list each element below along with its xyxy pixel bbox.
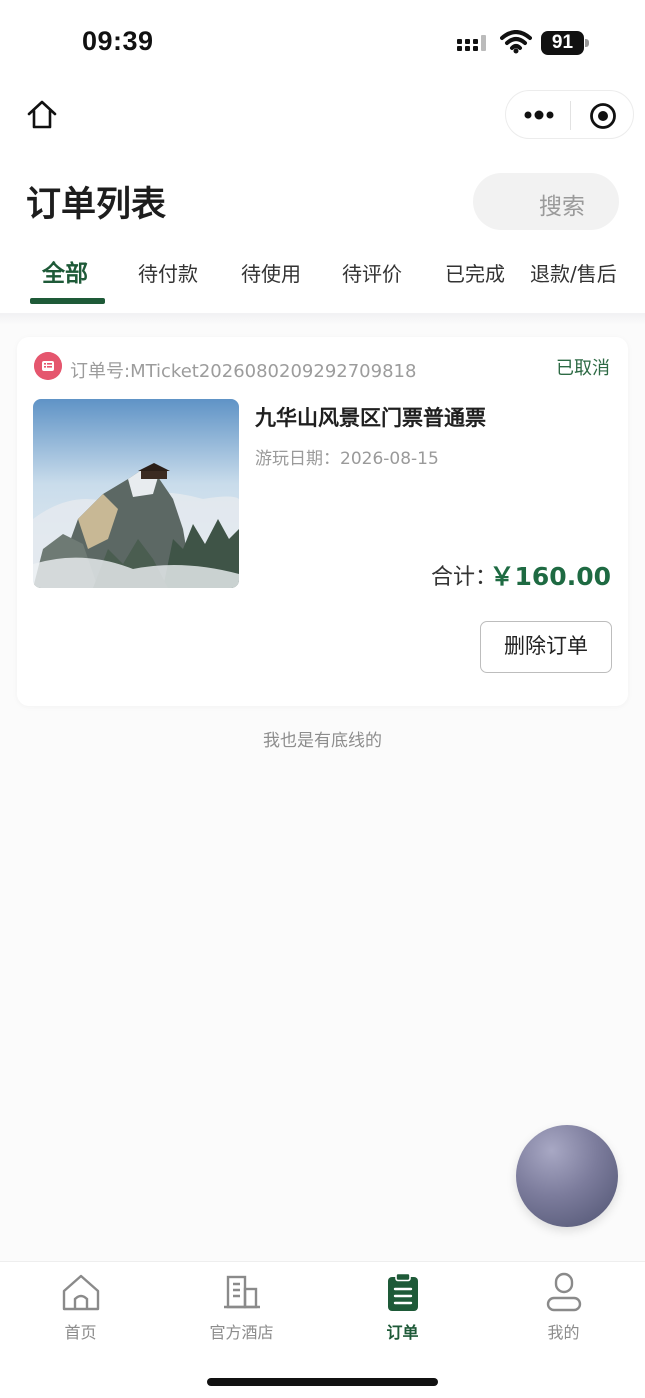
- capsule-divider: [570, 101, 571, 130]
- floating-action-ball[interactable]: [516, 1125, 618, 1227]
- tab-refund[interactable]: 退款/售后: [530, 258, 617, 287]
- home-indicator: [207, 1378, 438, 1386]
- tabbar-item-home[interactable]: 首页: [0, 1262, 161, 1352]
- total-label: 合计：: [431, 565, 498, 590]
- tabbar-label-home: 首页: [64, 1323, 97, 1342]
- search-label: 搜索: [539, 194, 585, 220]
- order-list-icon: [34, 352, 62, 380]
- delete-order-button[interactable]: 删除订单: [480, 621, 612, 673]
- order-card[interactable]: 订单号:MTicket2026080209292709818 已取消 九华山风景…: [17, 337, 628, 706]
- search-button[interactable]: 搜索: [473, 173, 619, 230]
- page-title: 订单列表: [26, 185, 167, 225]
- tabbar-label-mine: 我的: [547, 1323, 580, 1342]
- mini-program-capsule: [505, 90, 634, 139]
- product-name: 九华山风景区门票普通票: [255, 406, 486, 430]
- home-icon: [62, 1274, 99, 1311]
- tabbar-item-hotel[interactable]: 官方酒店: [161, 1262, 322, 1352]
- tab-pending-payment[interactable]: 待付款: [138, 258, 198, 287]
- battery-icon: 91: [541, 31, 589, 55]
- home-nav-icon[interactable]: [24, 96, 60, 132]
- wifi-icon: [500, 30, 532, 54]
- tabbar-label-hotel: 官方酒店: [209, 1323, 274, 1342]
- tab-completed[interactable]: 已完成: [445, 258, 505, 287]
- order-number: 订单号:MTicket2026080209292709818: [70, 361, 417, 382]
- active-tab-indicator: [30, 298, 105, 304]
- total-price: ￥160.00: [489, 562, 611, 591]
- building-icon: [223, 1275, 260, 1309]
- tab-pending-use[interactable]: 待使用: [241, 258, 301, 287]
- user-icon: [546, 1272, 581, 1312]
- close-target-icon[interactable]: [588, 101, 618, 131]
- play-date: 游玩日期：2026-08-15: [255, 449, 439, 469]
- tabbar-item-mine[interactable]: 我的: [483, 1262, 644, 1352]
- tab-pending-review[interactable]: 待评价: [342, 258, 402, 287]
- more-icon[interactable]: [520, 99, 556, 131]
- status-time: 09:39: [82, 26, 154, 56]
- tab-all[interactable]: 全部: [42, 254, 88, 288]
- tabbar-item-orders[interactable]: 订单: [322, 1262, 483, 1352]
- list-end-text: 我也是有底线的: [263, 731, 382, 751]
- cellular-signal-icon: [457, 35, 486, 51]
- battery-level: 91: [541, 31, 584, 55]
- product-thumbnail: [33, 399, 239, 588]
- tabbar-label-orders: 订单: [386, 1323, 419, 1342]
- status-bar: 09:39 91: [0, 0, 645, 88]
- order-tabs: 全部 待付款 待使用 待评价 已完成 退款/售后: [0, 240, 645, 312]
- order-status: 已取消: [556, 358, 610, 379]
- clipboard-icon: [387, 1272, 418, 1311]
